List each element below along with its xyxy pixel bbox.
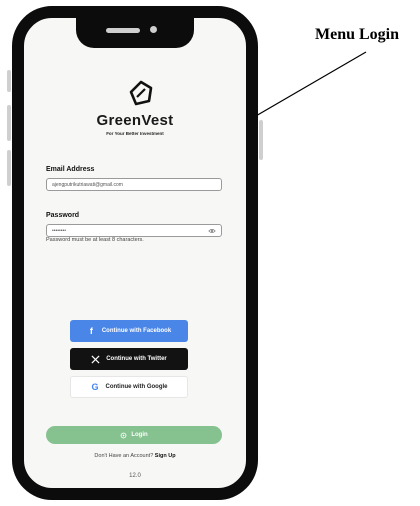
google-icon: G [91, 381, 99, 392]
password-field[interactable]: •••••••• [46, 224, 222, 237]
password-hint: Password must be at least 8 characters. [46, 237, 144, 243]
version-text: 12.0 [129, 473, 141, 479]
annotation-label: Menu Login [315, 26, 400, 43]
brand-name: GreenVest [96, 112, 174, 129]
twitter-button[interactable]: Continue with Twitter [70, 348, 188, 370]
twitter-button-label: Continue with Twitter [106, 356, 167, 362]
login-icon [120, 432, 127, 438]
email-field[interactable]: ajengputrikutriawati@gmail.com [46, 178, 222, 191]
signup-row: Don't Have an Account? Sign Up [24, 453, 246, 459]
phone-volume-down-button [7, 150, 11, 186]
google-button-label: Continue with Google [105, 384, 168, 390]
signup-link[interactable]: Sign Up [155, 453, 176, 459]
phone-frame: GreenVest For Your Better Investment Ema… [12, 6, 258, 500]
greenvest-logo-icon [129, 80, 153, 106]
email-label: Email Address [46, 166, 95, 173]
phone-side-button [7, 70, 11, 92]
eye-icon[interactable] [208, 227, 216, 235]
password-value: •••••••• [52, 227, 67, 234]
email-value: ajengputrikutriawati@gmail.com [52, 181, 123, 188]
signup-prompt: Don't Have an Account? [94, 453, 154, 459]
login-button-label: Login [131, 432, 148, 438]
login-button[interactable]: Login [46, 426, 222, 444]
brand-tagline: For Your Better Investment [106, 131, 164, 136]
facebook-icon: f [89, 325, 93, 336]
facebook-button-label: Continue with Facebook [101, 328, 172, 334]
x-icon [91, 354, 100, 364]
google-button[interactable]: G Continue with Google [70, 376, 188, 398]
facebook-button[interactable]: f Continue with Facebook [70, 320, 188, 342]
login-screen: GreenVest For Your Better Investment Ema… [24, 18, 246, 488]
phone-volume-up-button [7, 105, 11, 141]
password-label: Password [46, 212, 80, 219]
phone-power-button [259, 120, 263, 160]
